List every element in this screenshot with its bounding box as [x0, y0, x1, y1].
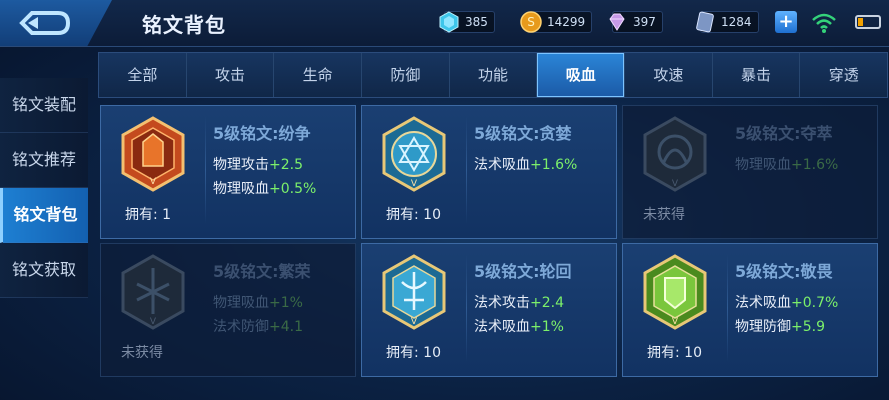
inscription-name: 5级铭文:敬畏 — [735, 262, 833, 281]
inscription-card[interactable]: V 5级铭文:纷争 物理攻击+2.5 物理吸血+0.5% 拥有: 1 — [100, 105, 356, 239]
attribute-value: +0.5% — [269, 181, 317, 197]
ticket-counter: 1284 — [694, 11, 759, 33]
attribute-name: 物理攻击 — [213, 157, 269, 173]
back-button[interactable] — [0, 0, 112, 46]
inscription-name: 5级铭文:夺萃 — [735, 124, 833, 143]
inscription-card[interactable]: V 5级铭文:贪婪 法术吸血+1.6% 拥有: 10 — [361, 105, 617, 239]
attribute-value: +2.4 — [530, 295, 564, 311]
svg-text:V: V — [672, 317, 679, 327]
diamond-counter: 397 — [606, 11, 663, 33]
card-divider — [466, 254, 467, 362]
svg-text:V: V — [150, 317, 157, 327]
wifi-icon — [812, 13, 836, 33]
attribute-line: 法术吸血+0.7% — [735, 292, 838, 312]
owned-count: 拥有: 10 — [386, 207, 441, 223]
attribute-line: 物理吸血+1% — [213, 292, 303, 312]
card-divider — [466, 116, 467, 224]
svg-text:V: V — [150, 177, 157, 187]
not-obtained-label: 未获得 — [121, 345, 163, 361]
ticket-icon — [696, 11, 714, 33]
tab-lifesteal[interactable]: 吸血 — [537, 53, 626, 97]
inscription-card[interactable]: V 5级铭文:繁荣 物理吸血+1% 法术防御+4.1 未获得 — [100, 243, 356, 377]
attribute-line: 法术攻击+2.4 — [474, 292, 564, 312]
owned-count: 拥有: 10 — [647, 345, 702, 361]
inscription-card[interactable]: V 5级铭文:夺萃 物理吸血+1.6% 未获得 — [622, 105, 878, 239]
attribute-line: 物理吸血+0.5% — [213, 178, 316, 198]
svg-text:V: V — [411, 317, 418, 327]
svg-text:V: V — [411, 179, 418, 189]
top-bar: 铭文背包 385 S 14299 397 1284 + — [0, 0, 889, 47]
card-divider — [205, 116, 206, 224]
attribute-line: 法术防御+4.1 — [213, 316, 303, 336]
attribute-value: +1.6% — [530, 157, 578, 173]
attribute-value: +1.6% — [791, 157, 839, 173]
tab-defense[interactable]: 防御 — [362, 53, 450, 97]
attribute-value: +1% — [530, 319, 564, 335]
crystal-icon — [439, 11, 459, 33]
attribute-value: +5.9 — [791, 319, 825, 335]
attribute-value: +4.1 — [269, 319, 303, 335]
attribute-name: 物理吸血 — [735, 157, 791, 173]
crystal-counter: 385 — [438, 11, 495, 33]
attribute-name: 法术防御 — [213, 319, 269, 335]
inscription-name: 5级铭文:繁荣 — [213, 262, 311, 281]
attribute-line: 物理攻击+2.5 — [213, 154, 303, 174]
tab-all[interactable]: 全部 — [99, 53, 187, 97]
page-title: 铭文背包 — [142, 13, 226, 37]
attribute-line: 物理防御+5.9 — [735, 316, 825, 336]
attribute-name: 法术吸血 — [474, 319, 530, 335]
attribute-name: 物理吸血 — [213, 295, 269, 311]
inscription-card[interactable]: V 5级铭文:敬畏 法术吸血+0.7% 物理防御+5.9 拥有: 10 — [622, 243, 878, 377]
card-divider — [727, 254, 728, 362]
diamond-icon — [609, 13, 625, 31]
inscription-name: 5级铭文:纷争 — [213, 124, 311, 143]
inscription-name: 5级铭文:轮回 — [474, 262, 572, 281]
attribute-value: +2.5 — [269, 157, 303, 173]
back-arrow-icon — [19, 11, 71, 35]
sidebar-item-backpack[interactable]: 铭文背包 — [0, 188, 88, 243]
recharge-button[interactable]: + — [775, 11, 797, 33]
attribute-line: 物理吸血+1.6% — [735, 154, 838, 174]
sidebar-item-obtain[interactable]: 铭文获取 — [0, 243, 88, 298]
tab-attack-speed[interactable]: 攻速 — [625, 53, 713, 97]
svg-text:V: V — [672, 179, 679, 189]
inscription-card[interactable]: V 5级铭文:轮回 法术攻击+2.4 法术吸血+1% 拥有: 10 — [361, 243, 617, 377]
attribute-name: 法术吸血 — [735, 295, 791, 311]
not-obtained-label: 未获得 — [643, 207, 685, 223]
tab-penetration[interactable]: 穿透 — [800, 53, 887, 97]
attribute-name: 法术吸血 — [474, 157, 530, 173]
blue-inscription-icon: V — [382, 254, 446, 330]
tab-critical[interactable]: 暴击 — [713, 53, 801, 97]
attribute-value: +1% — [269, 295, 303, 311]
filter-tabs: 全部 攻击 生命 防御 功能 吸血 攻速 暴击 穿透 — [98, 52, 888, 98]
blue-inscription-icon: V — [382, 116, 446, 192]
tab-utility[interactable]: 功能 — [450, 53, 538, 97]
attribute-name: 法术攻击 — [474, 295, 530, 311]
red-inscription-icon: V — [121, 116, 185, 192]
locked-inscription-icon: V — [121, 254, 185, 330]
sidebar-item-equip[interactable]: 铭文装配 — [0, 78, 88, 133]
owned-count: 拥有: 10 — [386, 345, 441, 361]
attribute-name: 物理吸血 — [213, 181, 269, 197]
battery-icon — [855, 15, 881, 29]
sidebar: 铭文装配 铭文推荐 铭文背包 铭文获取 — [0, 78, 90, 298]
gold-coin-icon: S — [520, 11, 542, 33]
owned-count: 拥有: 1 — [125, 207, 172, 223]
green-inscription-icon: V — [643, 254, 707, 330]
tab-health[interactable]: 生命 — [274, 53, 363, 97]
attribute-line: 法术吸血+1% — [474, 316, 564, 336]
locked-inscription-icon: V — [643, 116, 707, 192]
gold-counter: S 14299 — [520, 11, 593, 33]
sidebar-item-recommend[interactable]: 铭文推荐 — [0, 133, 88, 188]
attribute-name: 物理防御 — [735, 319, 791, 335]
svg-text:S: S — [527, 15, 535, 29]
inscription-name: 5级铭文:贪婪 — [474, 124, 572, 143]
attribute-line: 法术吸血+1.6% — [474, 154, 577, 174]
attribute-value: +0.7% — [791, 295, 839, 311]
tab-attack[interactable]: 攻击 — [187, 53, 275, 97]
